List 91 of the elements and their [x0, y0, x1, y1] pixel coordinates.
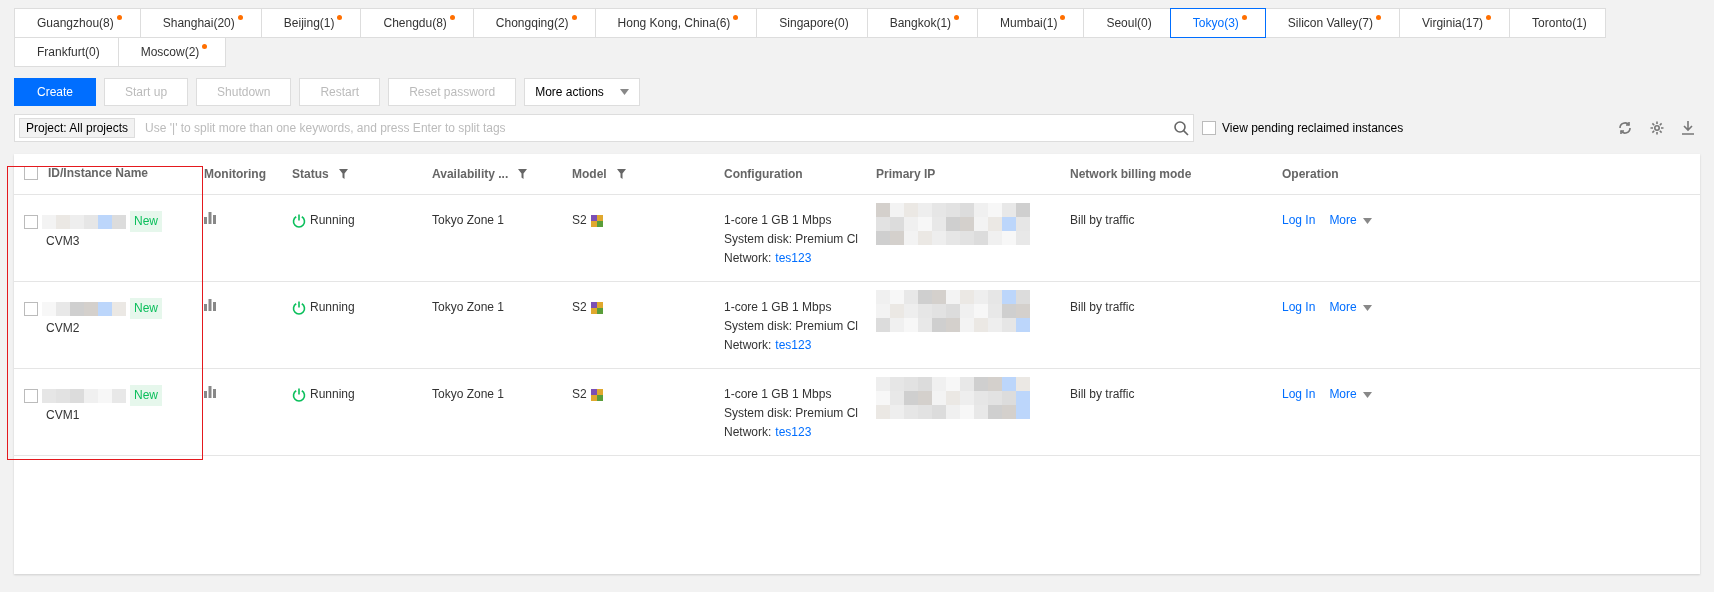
- download-icon[interactable]: [1682, 121, 1694, 135]
- config-line: 1-core 1 GB 1 Mbps: [724, 212, 833, 229]
- instance-name: CVM1: [45, 407, 81, 424]
- caret-icon: [1362, 304, 1372, 311]
- zone-text: Tokyo Zone 1: [432, 213, 505, 227]
- bar-chart-icon[interactable]: [204, 212, 216, 224]
- caret-icon: [1362, 391, 1372, 398]
- config-line: System disk: Premium Cl: [724, 318, 860, 335]
- column-header: Monitoring: [204, 167, 266, 181]
- network-link[interactable]: tes123: [775, 336, 812, 355]
- caret-icon: [619, 89, 629, 95]
- network-label: Network:: [724, 250, 772, 267]
- column-header: Model: [572, 167, 607, 181]
- column-header: Configuration: [724, 167, 803, 181]
- row-checkbox[interactable]: [24, 214, 38, 229]
- power-icon: [292, 213, 306, 228]
- more-link[interactable]: More: [1329, 385, 1372, 404]
- action-button[interactable]: Create: [14, 78, 97, 106]
- model-text: S2: [572, 212, 587, 229]
- config-line: 1-core 1 GB 1 Mbps: [724, 386, 833, 403]
- region-tab[interactable]: Toronto(1): [1509, 8, 1606, 38]
- column-header: Network billing mode: [1070, 167, 1192, 181]
- config-line: System disk: Premium Cl: [724, 405, 860, 422]
- settings-icon[interactable]: [1650, 121, 1664, 135]
- network-link[interactable]: tes123: [775, 423, 812, 442]
- caret-icon: [1362, 217, 1372, 224]
- filter-icon[interactable]: [338, 169, 348, 179]
- login-link[interactable]: Log In: [1282, 385, 1316, 404]
- checkbox-label: View pending reclaimed instances: [1222, 121, 1404, 135]
- status-text: Running: [310, 386, 355, 403]
- column-header: ID/Instance Name: [48, 165, 149, 180]
- column-header: Status: [292, 167, 329, 181]
- billing-text: Bill by traffic: [1070, 387, 1135, 401]
- column-header: Primary IP: [876, 167, 936, 181]
- status-text: Running: [310, 212, 355, 229]
- model-text: S2: [572, 386, 587, 403]
- region-tab[interactable]: Silicon Valley(7): [1264, 8, 1400, 38]
- model-icon: [590, 214, 603, 227]
- more-link[interactable]: More: [1329, 211, 1372, 230]
- region-tab[interactable]: Shanghai(20): [139, 8, 262, 38]
- search-icon[interactable]: [1174, 120, 1189, 136]
- status-text: Running: [310, 299, 355, 316]
- region-tab[interactable]: Beijing(1): [260, 8, 362, 38]
- region-tab[interactable]: Guangzhou(8): [14, 8, 141, 38]
- more-link[interactable]: More: [1329, 298, 1372, 317]
- new-badge: New: [130, 211, 162, 232]
- model-icon: [590, 388, 603, 401]
- billing-text: Bill by traffic: [1070, 213, 1135, 227]
- column-header: Availability ...: [432, 167, 509, 181]
- region-tab[interactable]: Bangkok(1): [866, 8, 979, 38]
- region-tab[interactable]: Singapore(0): [756, 8, 868, 38]
- model-text: S2: [572, 299, 587, 316]
- new-badge: New: [130, 385, 162, 406]
- region-tab[interactable]: Frankfurt(0): [14, 37, 119, 67]
- instance-name: CVM2: [45, 320, 81, 337]
- region-tab[interactable]: Seoul(0): [1083, 8, 1171, 38]
- dropdown-button[interactable]: More actions: [524, 78, 640, 106]
- billing-text: Bill by traffic: [1070, 300, 1135, 314]
- region-tab[interactable]: Tokyo(3): [1169, 8, 1266, 38]
- zone-text: Tokyo Zone 1: [432, 300, 505, 314]
- region-tab[interactable]: Chongqing(2): [472, 8, 596, 38]
- login-link[interactable]: Log In: [1282, 298, 1316, 317]
- power-icon: [292, 387, 306, 402]
- region-tab[interactable]: Virginia(17): [1398, 8, 1511, 38]
- select-all-checkbox[interactable]: [24, 165, 38, 180]
- project-tag[interactable]: Project: All projects: [19, 118, 136, 138]
- region-tab[interactable]: Hong Kong, China(6): [594, 8, 758, 38]
- login-link[interactable]: Log In: [1282, 211, 1316, 230]
- refresh-icon[interactable]: [1618, 121, 1632, 135]
- network-link[interactable]: tes123: [775, 249, 812, 268]
- config-line: 1-core 1 GB 1 Mbps: [724, 299, 833, 316]
- instance-name: CVM3: [45, 233, 81, 250]
- checkbox[interactable]: [1202, 121, 1216, 135]
- column-header: Operation: [1282, 167, 1339, 181]
- row-checkbox[interactable]: [24, 388, 38, 403]
- region-tab[interactable]: Mumbai(1): [977, 8, 1085, 38]
- zone-text: Tokyo Zone 1: [432, 387, 505, 401]
- config-line: System disk: Premium Cl: [724, 231, 860, 248]
- new-badge: New: [130, 298, 162, 319]
- region-tab[interactable]: Chengdu(8): [360, 8, 474, 38]
- row-checkbox[interactable]: [24, 301, 38, 316]
- search-field[interactable]: Project: All projects Use '|' to split more than one keywords, and press Enter to split tags: [14, 114, 1194, 142]
- network-label: Network:: [724, 337, 772, 354]
- model-icon: [590, 301, 603, 314]
- network-label: Network:: [724, 424, 772, 441]
- filter-icon[interactable]: [616, 169, 626, 179]
- power-icon: [292, 300, 306, 315]
- bar-chart-icon[interactable]: [204, 299, 216, 311]
- region-tab[interactable]: Moscow(2): [117, 37, 227, 67]
- filter-icon[interactable]: [518, 169, 528, 179]
- bar-chart-icon[interactable]: [204, 386, 216, 398]
